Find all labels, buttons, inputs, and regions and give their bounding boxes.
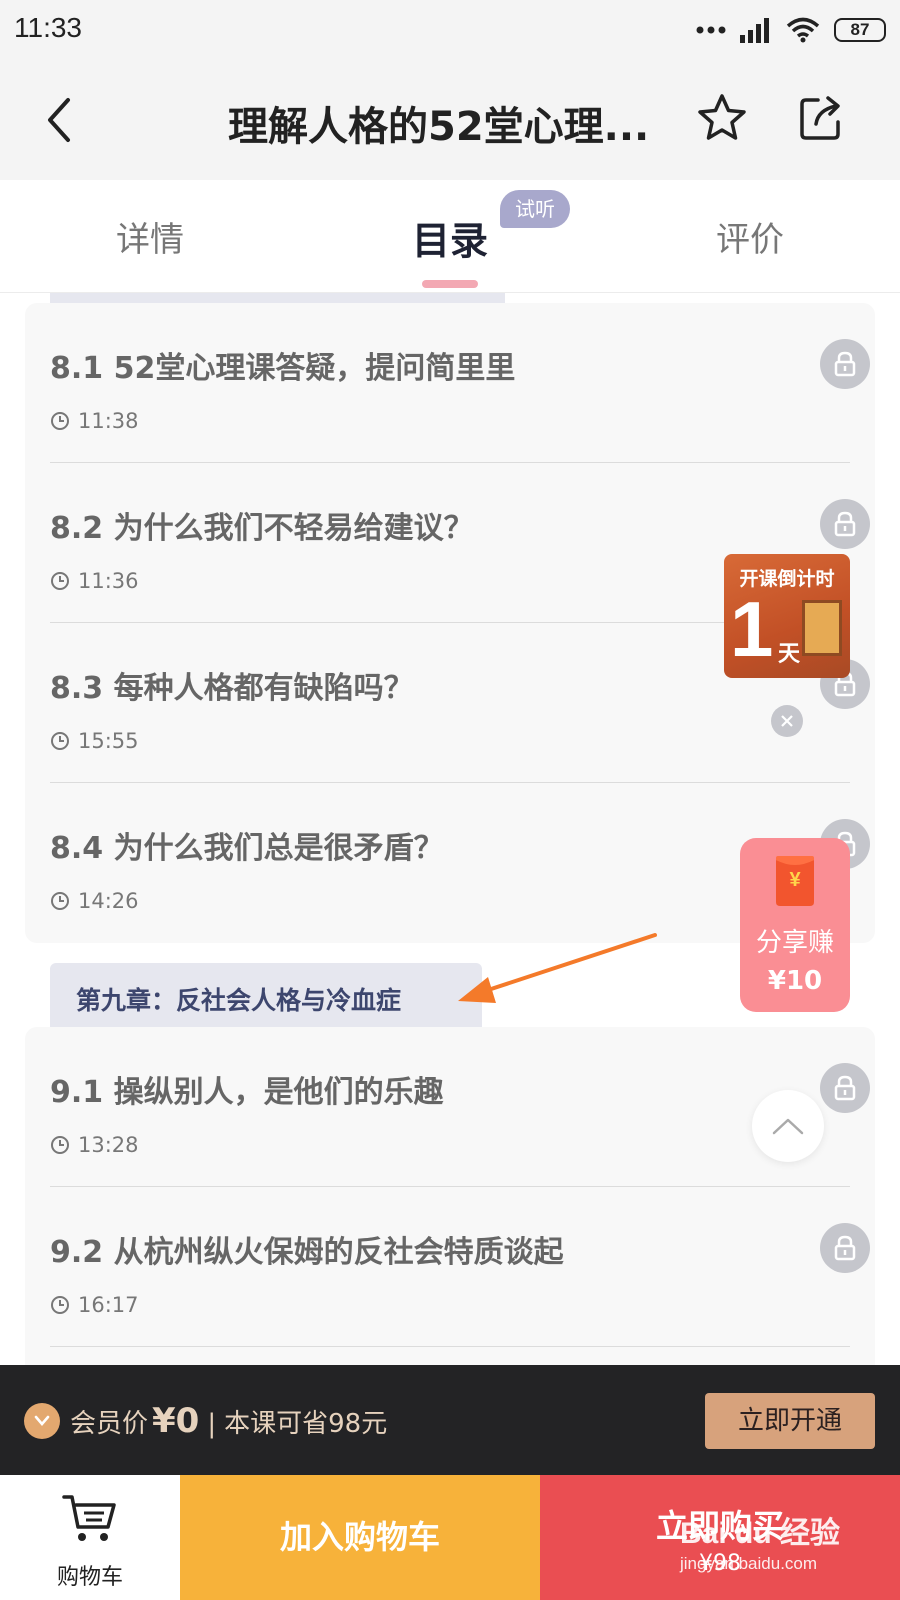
share-button[interactable]	[796, 92, 844, 144]
battery-indicator: 87	[834, 18, 886, 42]
clock-icon	[51, 732, 69, 750]
red-envelope-icon: ¥	[776, 856, 814, 906]
close-icon	[781, 715, 793, 727]
top-app-bar: 理解人格的52堂心理...	[0, 60, 900, 180]
clock-icon	[51, 892, 69, 910]
lesson-duration-text: 14:26	[78, 889, 139, 913]
chevron-down-icon	[34, 1415, 50, 1426]
watermark-logo: Bai du 经验	[680, 1517, 841, 1550]
tab-review[interactable]: 评价	[716, 212, 784, 261]
countdown-unit: 天	[778, 642, 801, 667]
baidu-jingyan-watermark: Bai du 经验 jingyan.baidu.com	[680, 1508, 890, 1588]
lesson-duration-text: 15:55	[78, 729, 139, 753]
lock-icon[interactable]	[820, 1063, 870, 1113]
clock-icon	[51, 1296, 69, 1314]
member-separator: |	[207, 1409, 217, 1439]
tab-catalog[interactable]: 目录	[412, 210, 488, 265]
list-item[interactable]: 9.1 操纵别人，是他们的乐趣 13:28	[50, 1027, 870, 1187]
star-icon	[698, 94, 746, 140]
activate-membership-button[interactable]: 立即开通	[705, 1393, 875, 1449]
member-label: 会员价	[70, 1409, 149, 1439]
active-tab-indicator	[422, 280, 478, 288]
door-icon	[802, 600, 842, 656]
padlock-icon	[834, 351, 856, 377]
lesson-title: 8.1 52堂心理课答疑，提问简里里	[50, 351, 516, 386]
list-item[interactable]: 8.1 52堂心理课答疑，提问简里里 11:38	[50, 303, 870, 463]
lock-icon[interactable]	[820, 1223, 870, 1273]
list-item[interactable]: 8.4 为什么我们总是很矛盾？ 14:26	[50, 783, 870, 943]
lesson-duration: 16:17	[50, 1293, 139, 1317]
favorite-button[interactable]	[696, 92, 748, 144]
status-bar: 11:33 87	[0, 0, 900, 60]
member-price: ¥0	[152, 1401, 200, 1441]
share-amount: ¥10	[767, 966, 823, 996]
lock-icon[interactable]	[820, 339, 870, 389]
close-countdown-button[interactable]	[771, 705, 803, 737]
lock-icon[interactable]	[820, 499, 870, 549]
trial-badge: 试听	[500, 190, 570, 228]
back-to-top-button[interactable]	[752, 1090, 824, 1162]
countdown-number: 1	[730, 585, 774, 673]
clock-icon	[51, 412, 69, 430]
previous-chapter-label	[50, 293, 505, 303]
member-price-info: 会员价 ¥0 | 本课可省98元	[70, 1401, 387, 1441]
share-label: 分享赚	[755, 928, 834, 958]
svg-text:¥: ¥	[789, 869, 801, 891]
chapter-9-header: 第九章：反社会人格与冷血症	[50, 963, 482, 1029]
lesson-title: 9.1 操纵别人，是他们的乐趣	[50, 1075, 444, 1110]
lesson-title: 8.4 为什么我们总是很矛盾？	[50, 831, 444, 866]
wifi-icon	[786, 17, 820, 43]
status-icons: 87	[696, 14, 886, 46]
course-countdown-widget[interactable]: 开课倒计时 1 天	[724, 554, 850, 678]
lesson-duration-text: 11:38	[78, 409, 139, 433]
back-arrow-icon	[48, 98, 70, 142]
tab-bar: 详情 目录 试听 评价	[0, 180, 900, 293]
share-earn-widget[interactable]: ¥ 分享赚 ¥10	[740, 838, 850, 1012]
signal-icon	[740, 18, 769, 43]
chapter-9-card: 9.1 操纵别人，是他们的乐趣 13:28 9.2 从杭州纵火保姆的反社会特质谈…	[25, 1027, 875, 1365]
back-button[interactable]	[40, 90, 90, 150]
clock-icon	[51, 572, 69, 590]
lesson-duration: 14:26	[50, 889, 139, 913]
vip-coin-icon	[24, 1403, 60, 1439]
lesson-duration-text: 16:17	[78, 1293, 139, 1317]
clock-icon	[51, 1136, 69, 1154]
lesson-duration: 15:55	[50, 729, 139, 753]
tab-detail[interactable]: 详情	[116, 212, 184, 261]
lesson-duration-text: 13:28	[78, 1133, 139, 1157]
lesson-duration: 11:36	[50, 569, 139, 593]
annotation-arrow	[458, 933, 657, 1003]
chapter-title: 第九章：反社会人格与冷血症	[76, 986, 402, 1015]
lesson-title: 8.3 每种人格都有缺陷吗？	[50, 671, 414, 706]
lesson-duration: 13:28	[50, 1133, 139, 1157]
divider	[50, 1346, 850, 1347]
share-icon	[800, 96, 840, 140]
list-item[interactable]: 9.2 从杭州纵火保姆的反社会特质谈起 16:17	[50, 1187, 870, 1347]
cart-button[interactable]: 购物车	[0, 1475, 180, 1600]
add-to-cart-button[interactable]: 加入购物车	[180, 1475, 540, 1600]
shopping-cart-icon	[62, 1495, 116, 1541]
watermark-url: jingyan.baidu.com	[680, 1554, 818, 1573]
chevron-up-icon	[772, 1118, 804, 1135]
lesson-duration: 11:38	[50, 409, 139, 433]
status-time: 11:33	[14, 12, 82, 43]
padlock-icon	[834, 511, 856, 537]
lesson-title: 8.2 为什么我们不轻易给建议？	[50, 511, 474, 546]
member-saving: 本课可省98元	[224, 1409, 388, 1439]
padlock-icon	[834, 1235, 856, 1261]
catalog-list[interactable]: 8.1 52堂心理课答疑，提问简里里 11:38 8.2 为什么我们不轻易给建议…	[0, 293, 900, 1365]
lesson-title: 9.2 从杭州纵火保姆的反社会特质谈起	[50, 1235, 564, 1270]
lesson-duration-text: 11:36	[78, 569, 139, 593]
membership-bar: 会员价 ¥0 | 本课可省98元 立即开通	[0, 1365, 900, 1475]
padlock-icon	[834, 1075, 856, 1101]
cart-label: 购物车	[56, 1565, 123, 1590]
more-dots-icon	[696, 26, 726, 34]
page-title: 理解人格的52堂心理...	[228, 104, 650, 150]
